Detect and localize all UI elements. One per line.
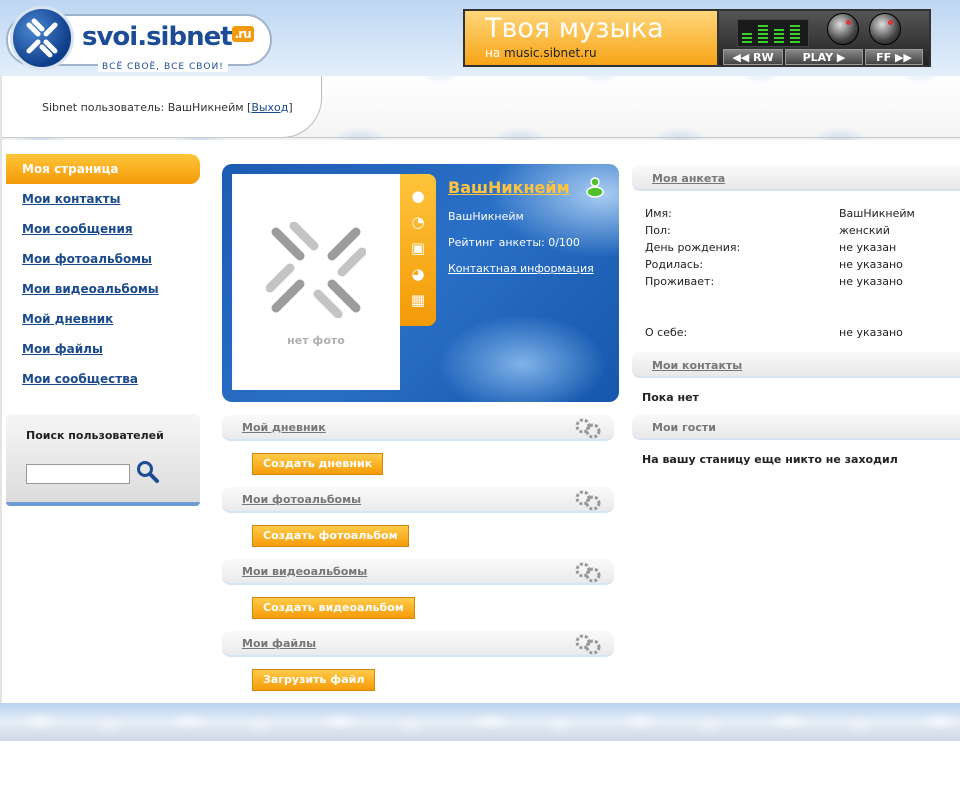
footer-band: [0, 703, 960, 741]
section-files-link[interactable]: Мои файлы: [242, 637, 316, 650]
guests-title: Мои гости: [652, 421, 716, 434]
section-files-header: Мои файлы: [222, 631, 614, 657]
section-photo-header: Мои фотоальбомы: [222, 487, 614, 513]
section-diary-header: Мой дневник: [222, 415, 614, 441]
no-photo-label: нет фото: [287, 334, 345, 347]
sidebar-item-diary[interactable]: Мой дневник: [6, 304, 200, 334]
header: svoi.sibnet .ru ВСЁ СВОЁ, ВСЕ СВОИ! Твоя …: [0, 0, 960, 140]
gear-icon[interactable]: [574, 561, 602, 586]
contacts-header: Мои контакты: [632, 352, 960, 378]
anketa-row: Родилась: не указано: [645, 258, 903, 271]
user-info-bar: Sibnet пользователь: ВашНикнейм [Выход]: [2, 76, 322, 138]
section-video-link[interactable]: Мои видеоальбомы: [242, 565, 367, 578]
profile-tool-strip: ● ◔ ▣ ◕ ▦: [400, 174, 436, 326]
equalizer-icon: [737, 19, 809, 47]
music-banner-title: Твоя музыка: [485, 13, 664, 44]
left-border: [0, 76, 2, 706]
upload-file-button[interactable]: Загрузить файл: [252, 669, 376, 691]
music-player-widget: ◀◀ RW PLAY ▶ FF ▶▶: [719, 11, 929, 65]
contact-info-link[interactable]: Контактная информация: [448, 262, 594, 275]
user-icon[interactable]: ●: [408, 186, 428, 206]
sidebar-item-communities[interactable]: Мои сообщества: [6, 364, 200, 394]
contacts-empty-text: Пока нет: [642, 391, 699, 404]
guests-empty-text: На вашу станицу еще никто не заходил: [642, 453, 898, 466]
profile-nickname: ВашНикнейм: [448, 210, 524, 223]
anketa-row: Пол: женский: [645, 224, 890, 237]
gear-icon[interactable]: [574, 417, 602, 442]
logo-wordmark: svoi.sibnet .ru: [82, 22, 254, 52]
anketa-row: Проживает: не указано: [645, 275, 903, 288]
palette-icon[interactable]: ◕: [408, 264, 428, 284]
anketa-row: День рождения: не указан: [645, 241, 897, 254]
create-diary-button[interactable]: Создать дневник: [252, 453, 384, 475]
section-photo-link[interactable]: Мои фотоальбомы: [242, 493, 361, 506]
anketa-row: Имя: ВашНикнейм: [645, 207, 915, 220]
balance-knob-icon: [869, 13, 901, 45]
create-photo-album-button[interactable]: Создать фотоальбом: [252, 525, 409, 547]
volume-knob-icon: [827, 13, 859, 45]
music-banner[interactable]: Твоя музыка на music.sibnet.ru ◀◀ RW PLA…: [463, 9, 931, 67]
anketa-link[interactable]: Моя анкета: [652, 172, 725, 185]
footer-pattern: [0, 703, 960, 741]
fast-forward-button[interactable]: FF ▶▶: [865, 49, 923, 65]
search-icon[interactable]: [136, 460, 160, 487]
user-search-title: Поиск пользователей: [26, 429, 164, 442]
sidebar-item-my-page[interactable]: Моя страница: [6, 154, 200, 184]
profile-rating: Рейтинг анкеты: 0/100: [448, 236, 580, 249]
section-video-header: Мои видеоальбомы: [222, 559, 614, 585]
section-diary-link[interactable]: Мой дневник: [242, 421, 326, 434]
gear-icon[interactable]: [574, 633, 602, 658]
contacts-link[interactable]: Мои контакты: [652, 359, 742, 372]
anketa-row: О себе: не указано: [645, 326, 903, 339]
phone-icon[interactable]: ◔: [408, 212, 428, 232]
sidebar-item-messages[interactable]: Мои сообщения: [6, 214, 200, 244]
guests-header: Мои гости: [632, 414, 960, 440]
music-banner-text: Твоя музыка на music.sibnet.ru: [465, 11, 717, 65]
sidebar-item-files[interactable]: Мои файлы: [6, 334, 200, 364]
sidebar-item-video-albums[interactable]: Мои видеоальбомы: [6, 274, 200, 304]
online-status-icon: [584, 176, 606, 198]
logo-emblem-icon: [10, 6, 74, 70]
music-banner-subtitle: на music.sibnet.ru: [485, 46, 597, 60]
logo-slogan: ВСЁ СВОЁ, ВСЕ СВОИ!: [98, 62, 228, 72]
gear-icon[interactable]: [574, 489, 602, 514]
profile-card: нет фото ● ◔ ▣ ◕ ▦ ВашНикнейм ВашНикнейм…: [222, 164, 619, 402]
sidebar-item-photo-albums[interactable]: Мои фотоальбомы: [6, 244, 200, 274]
rewind-button[interactable]: ◀◀ RW: [723, 49, 783, 65]
profile-photo-placeholder[interactable]: нет фото: [232, 174, 400, 390]
camera-icon[interactable]: ▣: [408, 238, 428, 258]
sidebar-nav: Моя страница Мои контакты Мои сообщения …: [6, 154, 200, 394]
header-divider: [0, 137, 960, 138]
no-photo-icon: [266, 222, 366, 318]
user-search-panel: Поиск пользователей: [6, 414, 200, 506]
anketa-header: Моя анкета: [632, 165, 960, 191]
profile-name-link[interactable]: ВашНикнейм: [448, 178, 570, 197]
create-video-album-button[interactable]: Создать видеоальбом: [252, 597, 415, 619]
sidebar-item-contacts[interactable]: Мои контакты: [6, 184, 200, 214]
play-button[interactable]: PLAY ▶: [785, 49, 863, 65]
logout-link[interactable]: Выход: [251, 101, 288, 114]
user-search-input[interactable]: [26, 464, 130, 484]
site-logo[interactable]: svoi.sibnet .ru ВСЁ СВОЁ, ВСЕ СВОИ!: [6, 6, 272, 72]
user-info-text: Sibnet пользователь: ВашНикнейм [Выход]: [42, 101, 293, 114]
gift-icon[interactable]: ▦: [408, 290, 428, 310]
